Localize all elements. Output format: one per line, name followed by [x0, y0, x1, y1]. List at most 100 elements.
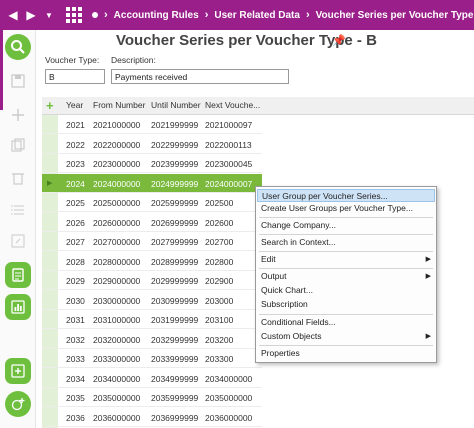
- save-button[interactable]: [5, 68, 31, 94]
- details-button[interactable]: [5, 197, 31, 223]
- cell-from-number[interactable]: 2029000000: [93, 276, 140, 286]
- cell-next-voucher[interactable]: 2021000097: [205, 120, 252, 130]
- cell-until-number[interactable]: 2032999999: [151, 335, 198, 345]
- cell-until-number[interactable]: 2024999999: [151, 179, 198, 189]
- menu-item-custom-objects[interactable]: Custom Objects ▶: [257, 330, 435, 343]
- cell-from-number[interactable]: 2022000000: [93, 140, 140, 150]
- cell-until-number[interactable]: 2023999999: [151, 159, 198, 169]
- cell-year[interactable]: 2026: [66, 218, 85, 228]
- report-button[interactable]: [5, 262, 31, 288]
- table-row[interactable]: 2029 2029000000 2029999999 202900: [42, 271, 262, 290]
- cell-from-number[interactable]: 2036000000: [93, 413, 140, 423]
- cell-from-number[interactable]: 2035000000: [93, 393, 140, 403]
- cell-from-number[interactable]: 2023000000: [93, 159, 140, 169]
- cell-year[interactable]: 2031: [66, 315, 85, 325]
- back-icon[interactable]: ◀: [4, 0, 22, 30]
- cell-from-number[interactable]: 2025000000: [93, 198, 140, 208]
- cell-from-number[interactable]: 2027000000: [93, 237, 140, 247]
- cell-year[interactable]: 2035: [66, 393, 85, 403]
- table-row[interactable]: 2031 2031000000 2031999999 203100: [42, 310, 262, 329]
- table-row[interactable]: 2034 2034000000 2034999999 2034000000: [42, 369, 262, 388]
- add-comment-button[interactable]: [5, 391, 31, 417]
- menu-item-search-in-context[interactable]: Search in Context...: [257, 236, 435, 249]
- menu-item-output[interactable]: Output ▶: [257, 270, 435, 283]
- cell-from-number[interactable]: 2026000000: [93, 218, 140, 228]
- cell-until-number[interactable]: 2030999999: [151, 296, 198, 306]
- cell-until-number[interactable]: 2031999999: [151, 315, 198, 325]
- table-row[interactable]: ▶ 2024 2024000000 2024999999 2024000007: [42, 173, 262, 193]
- cell-year[interactable]: 2027: [66, 237, 85, 247]
- breadcrumb-user-related-data[interactable]: User Related Data: [214, 10, 300, 21]
- cell-next-voucher[interactable]: 202700: [205, 237, 233, 247]
- chart-button[interactable]: [5, 294, 31, 320]
- cell-until-number[interactable]: 2033999999: [151, 354, 198, 364]
- description-field[interactable]: Payments received: [111, 69, 289, 84]
- table-row[interactable]: 2025 2025000000 2025999999 202500: [42, 193, 262, 212]
- menu-item-user-group-per-voucher-series[interactable]: User Group per Voucher Series...: [257, 189, 435, 202]
- cell-next-voucher[interactable]: 2036000000: [205, 413, 252, 423]
- dropdown-icon[interactable]: ▼: [40, 0, 58, 30]
- cell-until-number[interactable]: 2029999999: [151, 276, 198, 286]
- cell-from-number[interactable]: 2030000000: [93, 296, 140, 306]
- column-header-from-number[interactable]: From Number: [93, 100, 145, 110]
- column-header-year[interactable]: Year: [66, 100, 83, 110]
- cell-year[interactable]: 2030: [66, 296, 85, 306]
- cell-next-voucher[interactable]: 202500: [205, 198, 233, 208]
- cell-next-voucher[interactable]: 2022000113: [205, 140, 252, 150]
- cell-next-voucher[interactable]: 203000: [205, 296, 233, 306]
- search-button[interactable]: [5, 34, 31, 60]
- cell-next-voucher[interactable]: 202600: [205, 218, 233, 228]
- cell-until-number[interactable]: 2036999999: [151, 413, 198, 423]
- cell-next-voucher[interactable]: 2034000000: [205, 374, 252, 384]
- pin-icon[interactable]: 📌: [332, 34, 346, 47]
- cell-year[interactable]: 2029: [66, 276, 85, 286]
- cell-year[interactable]: 2034: [66, 374, 85, 384]
- table-row[interactable]: 2021 2021000000 2021999999 2021000097: [42, 115, 262, 134]
- cell-from-number[interactable]: 2021000000: [93, 120, 140, 130]
- cell-year[interactable]: 2023: [66, 159, 85, 169]
- cell-next-voucher[interactable]: 202900: [205, 276, 233, 286]
- duplicate-button[interactable]: [5, 132, 31, 158]
- cell-from-number[interactable]: 2024000000: [93, 179, 140, 189]
- table-row[interactable]: 2035 2035000000 2035999999 2035000000: [42, 388, 262, 407]
- add-row-icon[interactable]: +: [46, 99, 54, 112]
- cell-from-number[interactable]: 2028000000: [93, 257, 140, 267]
- cell-year[interactable]: 2024: [66, 179, 85, 189]
- cell-next-voucher[interactable]: 202800: [205, 257, 233, 267]
- cell-until-number[interactable]: 2022999999: [151, 140, 198, 150]
- cell-from-number[interactable]: 2034000000: [93, 374, 140, 384]
- new-button[interactable]: [5, 102, 31, 128]
- cell-from-number[interactable]: 2031000000: [93, 315, 140, 325]
- cell-year[interactable]: 2021: [66, 120, 85, 130]
- table-row[interactable]: 2022 2022000000 2022999999 2022000113: [42, 135, 262, 154]
- cell-from-number[interactable]: 2032000000: [93, 335, 140, 345]
- cell-until-number[interactable]: 2034999999: [151, 374, 198, 384]
- cell-until-number[interactable]: 2028999999: [151, 257, 198, 267]
- cell-year[interactable]: 2022: [66, 140, 85, 150]
- menu-item-conditional-fields[interactable]: Conditional Fields...: [257, 316, 435, 329]
- table-row[interactable]: 2030 2030000000 2030999999 203000: [42, 291, 262, 310]
- table-row[interactable]: 2023 2023000000 2023999999 2023000045: [42, 154, 262, 173]
- menu-item-edit[interactable]: Edit ▶: [257, 253, 435, 266]
- forward-icon[interactable]: ▶: [22, 0, 40, 30]
- table-row[interactable]: 2033 2033000000 2033999999 203300: [42, 349, 262, 368]
- table-row[interactable]: 2032 2032000000 2032999999 203200: [42, 330, 262, 349]
- cell-until-number[interactable]: 2026999999: [151, 218, 198, 228]
- cell-year[interactable]: 2028: [66, 257, 85, 267]
- cell-next-voucher[interactable]: 2024000007: [205, 179, 252, 189]
- cell-year[interactable]: 2032: [66, 335, 85, 345]
- delete-button[interactable]: [5, 165, 31, 191]
- column-header-until-number[interactable]: Until Number: [151, 100, 201, 110]
- cell-until-number[interactable]: 2025999999: [151, 198, 198, 208]
- cell-year[interactable]: 2036: [66, 413, 85, 423]
- table-row[interactable]: 2027 2027000000 2027999999 202700: [42, 232, 262, 251]
- table-row[interactable]: 2036 2036000000 2036999999 2036000000: [42, 408, 262, 427]
- table-row[interactable]: 2026 2026000000 2026999999 202600: [42, 213, 262, 232]
- cell-next-voucher[interactable]: 2023000045: [205, 159, 252, 169]
- add-note-button[interactable]: [5, 358, 31, 384]
- cell-year[interactable]: 2033: [66, 354, 85, 364]
- attach-button[interactable]: [5, 228, 31, 254]
- table-row[interactable]: 2028 2028000000 2028999999 202800: [42, 252, 262, 271]
- column-header-next-voucher[interactable]: Next Vouche...: [205, 100, 260, 110]
- menu-item-subscription[interactable]: Subscription: [257, 298, 435, 311]
